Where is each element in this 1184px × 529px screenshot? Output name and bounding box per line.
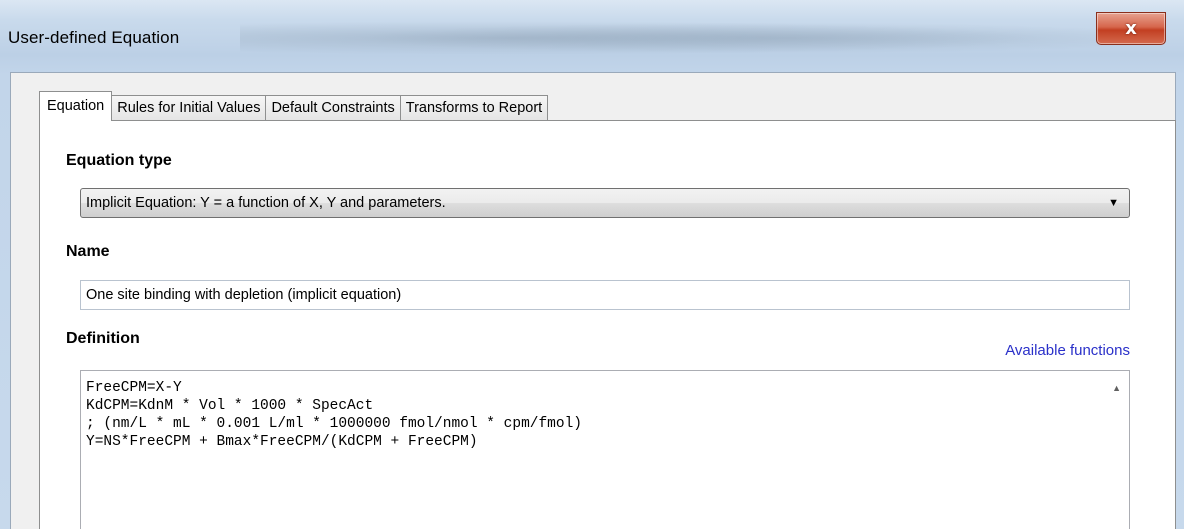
definition-editor[interactable]: FreeCPM=X-Y KdCPM=KdnM * Vol * 1000 * Sp… [80,370,1130,529]
equation-type-heading: Equation type [66,152,172,169]
close-icon: x [1125,18,1137,39]
tab-strip: Equation Rules for Initial Values Defaul… [39,91,549,121]
scroll-up-icon[interactable]: ▲ [1112,383,1121,393]
available-functions-link[interactable]: Available functions [1005,342,1130,359]
tab-rules-for-initial-values[interactable]: Rules for Initial Values [111,95,267,121]
code-line: KdCPM=KdnM * Vol * 1000 * SpecAct [86,398,374,414]
definition-code: FreeCPM=X-Y KdCPM=KdnM * Vol * 1000 * Sp… [81,379,582,451]
code-line: Y=NS*FreeCPM + Bmax*FreeCPM/(KdCPM + Fre… [86,434,478,450]
code-line: FreeCPM=X-Y [86,380,182,396]
chevron-down-icon: ▼ [1108,197,1119,209]
definition-label: Definition [66,330,140,347]
window-title: User-defined Equation [8,28,180,47]
equation-type-select[interactable]: Implicit Equation: Y = a function of X, … [80,188,1130,218]
titlebar-background [240,18,1140,58]
name-label: Name [66,243,110,260]
code-line: ; (nm/L * mL * 0.001 L/ml * 1000000 fmol… [86,416,582,432]
dialog-window: User-defined Equation x Equation Rules f… [0,0,1184,529]
close-button[interactable]: x [1096,12,1166,45]
tab-transforms-to-report[interactable]: Transforms to Report [399,95,549,121]
tab-default-constraints[interactable]: Default Constraints [265,95,401,121]
name-field[interactable]: One site binding with depletion (implici… [80,280,1130,310]
tab-equation[interactable]: Equation [39,91,113,121]
equation-type-value: Implicit Equation: Y = a function of X, … [86,195,446,211]
